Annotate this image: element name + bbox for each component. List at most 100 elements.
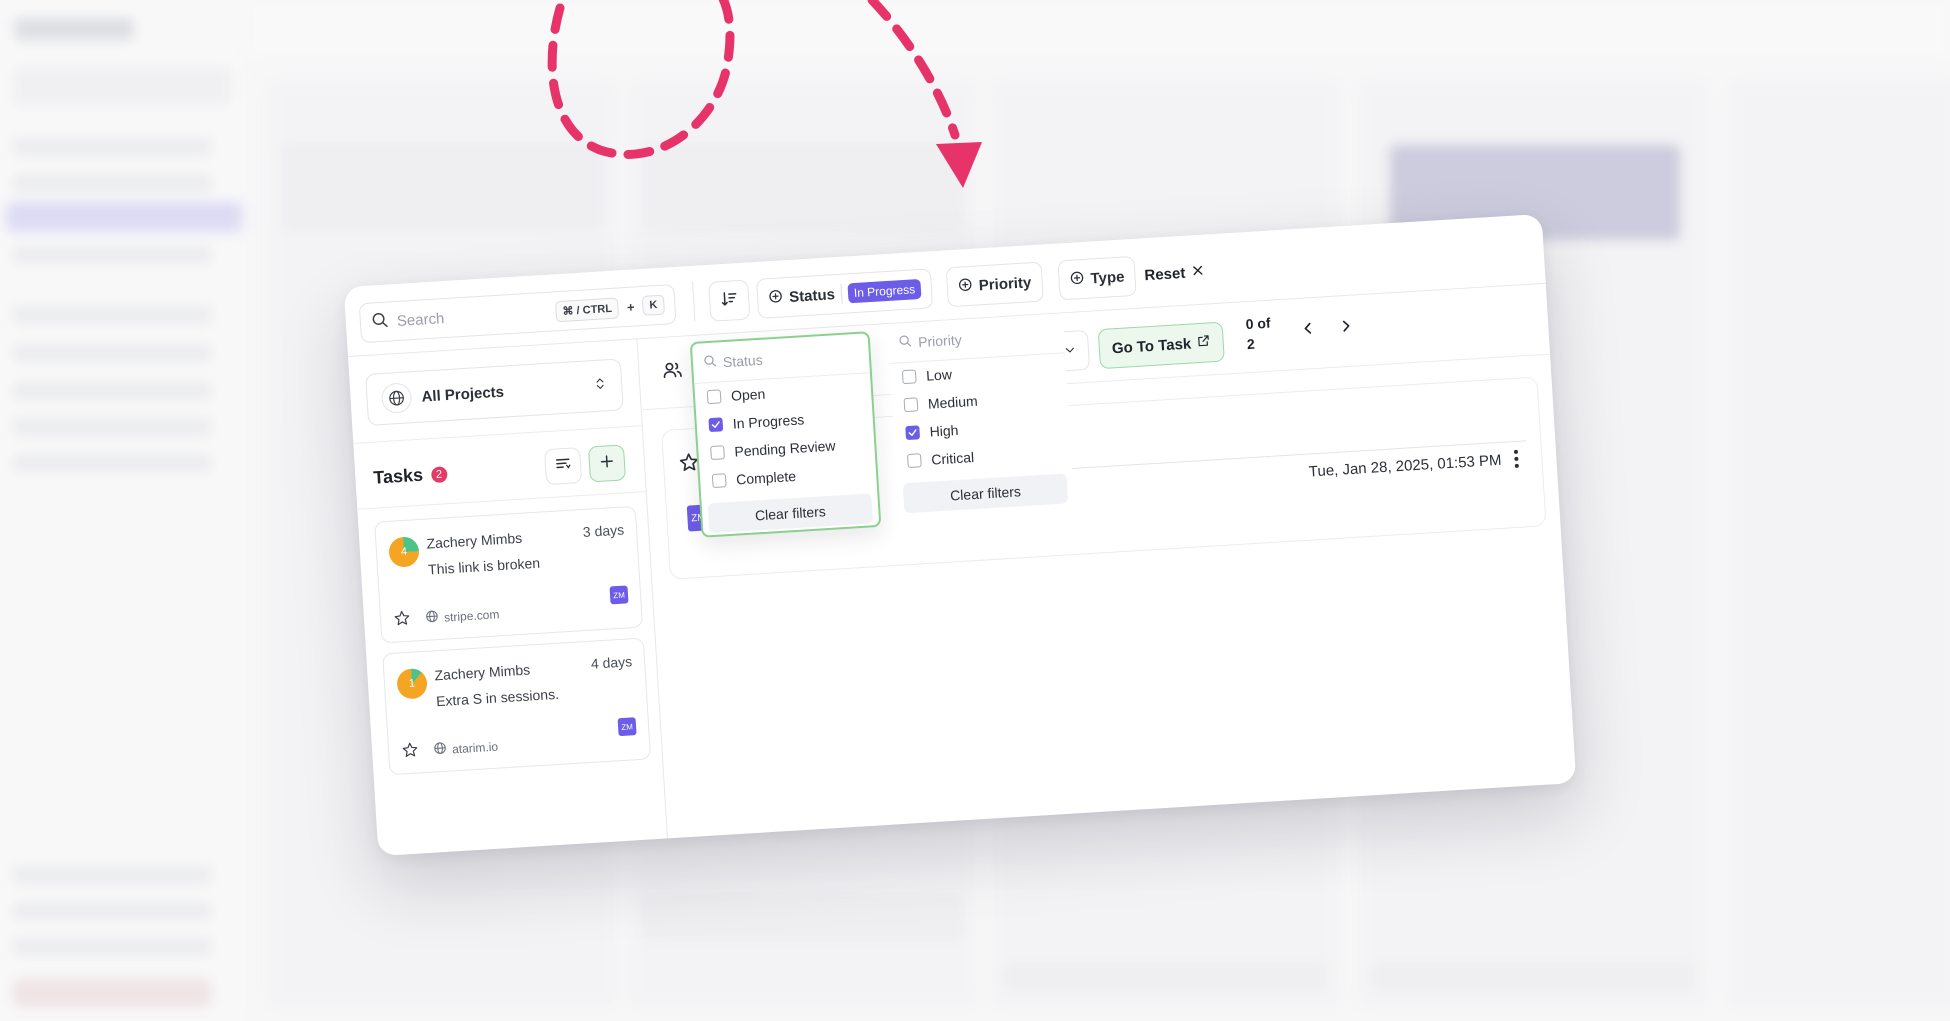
checkbox[interactable] [706,389,722,405]
status-filter-button[interactable]: Status In Progress [755,268,934,319]
checkbox[interactable] [901,369,917,385]
task-card[interactable]: 4 Zachery Mimbs 3 days This link is brok… [374,505,644,644]
option-label: High [929,421,959,440]
tasks-count-badge: 2 [430,465,448,483]
priority-filter-button[interactable]: Priority [945,261,1044,308]
tasks-title: Tasks [372,464,424,488]
status-dropdown: Status Open In Progress Pending Review C… [689,331,882,538]
priority-filter-label: Priority [978,273,1032,294]
tasks-header: Tasks 2 [373,463,448,488]
background-nav-item [12,306,212,324]
chevron-up-down-icon [593,375,608,396]
chevron-right-icon[interactable] [1337,318,1354,335]
globe-icon [425,609,440,627]
pager-total: 2 [1246,335,1256,353]
task-age: 3 days [582,521,625,541]
plus-circle-icon [957,276,973,296]
option-label: Critical [930,449,975,468]
add-task-button[interactable] [587,444,627,483]
shortcut-plus: + [626,298,635,315]
checkbox[interactable] [906,453,922,469]
chevron-down-icon [1064,343,1077,360]
checkbox-checked[interactable] [708,417,724,433]
globe-icon [380,382,413,415]
task-date: Tue, Jan 28, 2025, 01:53 PM [1308,451,1502,481]
background-card [642,892,964,942]
go-to-task-button[interactable]: Go To Task [1097,321,1226,370]
status-filter-separator [840,283,843,304]
background-nav-item [12,902,212,920]
background-nav-item [12,344,212,362]
task-panel: Search ⌘ / CTRL + K Status In Progress P… [343,213,1577,857]
background-nav-item [12,382,212,400]
status-filter-label: Status [788,285,836,306]
status-search-placeholder: Status [722,351,764,370]
background-org-switcher [12,66,232,106]
avatar: ZM [617,717,637,737]
status-active-badge: In Progress [847,278,922,304]
option-label: Complete [735,467,797,488]
checkbox-checked[interactable] [905,425,921,441]
users-icon[interactable] [661,359,685,387]
priority-dropdown: Priority Low Medium High Critical Clear … [886,313,1075,514]
background-nav-item [12,938,212,956]
project-select[interactable]: All Projects [365,358,624,426]
search-icon [898,334,913,352]
type-filter-button[interactable]: Type [1057,255,1137,301]
task-card[interactable]: 1 Zachery Mimbs 4 days Extra S in sessio… [382,637,652,776]
priority-pie: 4 [388,536,420,568]
plus-circle-icon [1069,269,1085,289]
background-nav-item [12,138,212,156]
shortcut-key: ⌘ / CTRL [554,296,620,322]
task-site[interactable]: atarim.io [433,738,499,759]
sort-icon [720,289,739,312]
more-vertical-icon[interactable] [1513,449,1521,474]
toolbar-divider [692,281,696,322]
search-placeholder: Search [396,309,445,330]
divider [353,425,642,444]
check-icon [711,421,720,428]
background-card [282,142,604,232]
option-label: Low [925,366,953,384]
globe-icon [433,741,448,759]
background-nav-item [12,174,212,192]
task-author: Zachery Mimbs [434,661,531,684]
chevron-left-icon[interactable] [1300,320,1317,337]
external-link-icon [1197,333,1212,352]
plus-circle-icon [768,288,784,308]
background-nav-item [12,418,212,436]
task-site[interactable]: stripe.com [425,605,500,627]
search-icon [370,310,389,334]
background-card [1004,962,1326,992]
avatar: ZM [609,585,629,605]
task-author: Zachery Mimbs [426,529,523,552]
background-column [1728,82,1950,1007]
option-label: Medium [927,392,979,412]
star-icon[interactable] [401,740,420,764]
checkbox[interactable] [903,397,919,413]
background-sidebar [0,0,245,1021]
reset-button[interactable]: Reset [1143,252,1205,296]
go-to-task-label: Go To Task [1111,335,1192,357]
background-nav-item [12,454,212,472]
task-site-label: stripe.com [443,606,500,625]
shortcut-letter: K [641,294,665,316]
star-icon[interactable] [393,609,412,633]
list-options-button[interactable] [543,447,583,486]
sort-button[interactable] [708,279,751,322]
pager-count: 0 of 2 [1245,313,1272,354]
checkbox[interactable] [710,445,725,461]
background-card [1372,962,1694,992]
search-input[interactable]: Search ⌘ / CTRL + K [358,283,677,344]
plus-icon [598,452,615,474]
background-nav-item [12,246,212,264]
task-list-column: All Projects Tasks 2 4 Zachery Mimbs 3 d… [347,339,668,857]
project-select-label: All Projects [421,383,505,406]
reset-label: Reset [1143,264,1186,284]
type-filter-label: Type [1090,267,1125,288]
search-icon [702,354,717,372]
status-clear-filters-button[interactable]: Clear filters [707,493,874,534]
checkbox[interactable] [711,473,727,489]
option-label: Open [730,385,766,404]
background-card [642,142,964,232]
